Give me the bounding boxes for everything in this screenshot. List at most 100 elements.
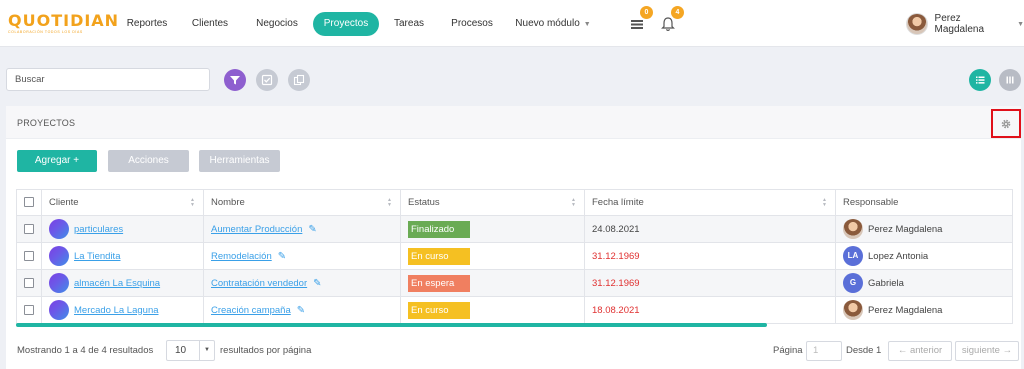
column-header-estatus[interactable]: Estatus ▲ ▼ [400,189,585,216]
brand-logo[interactable]: QUOTIDIAN COLABORACIÓN TODOS LOS DÍAS [8,11,120,35]
kanban-view-button[interactable] [999,69,1021,91]
pencil-icon[interactable]: ✎ [313,278,321,289]
owner-avatar [843,300,863,320]
row-select-cell[interactable] [16,296,42,324]
status-badge: Finalizado [408,220,470,238]
table-row[interactable]: La Tiendita Remodelación ✎ En curso 31.12… [16,242,1013,270]
prev-page-button[interactable]: ← anterior [888,341,952,361]
table-row[interactable]: almacén La Esquina Contratación vendedor… [16,269,1013,297]
client-avatar [49,273,69,293]
nav-proyectos[interactable]: Proyectos [313,12,379,36]
table-header-row: Cliente ▲ ▼ Nombre ▲ ▼ Estatus ▲ ▼ Fecha límit… [16,189,1013,216]
next-page-button[interactable]: siguiente → [955,341,1019,361]
nav-tareas[interactable]: Tareas [388,12,430,36]
panel-settings-button[interactable] [991,109,1021,138]
table-row[interactable]: particulares Aumentar Producción ✎ Finali… [16,215,1013,243]
from-label: Desde [846,345,874,356]
column-header-cliente[interactable]: Cliente ▲ ▼ [41,189,204,216]
horizontal-scrollbar[interactable] [16,323,767,327]
client-cell: La Tiendita [41,242,204,270]
row-checkbox[interactable] [24,304,34,315]
due-date: 31.12.1969 [592,250,640,262]
logo-tagline: COLABORACIÓN TODOS LOS DÍAS [8,30,83,34]
page-size-select[interactable]: 10 ▼ [166,340,215,361]
nav-nuevo-modulo[interactable]: Nuevo módulo ▼ [513,12,593,36]
tools-button[interactable]: Herramientas [199,150,280,172]
column-header-nombre[interactable]: Nombre ▲ ▼ [203,189,401,216]
page-number-input[interactable]: 1 [806,341,842,361]
page-label: Página [773,345,803,356]
client-link[interactable]: Mercado La Laguna [74,305,159,316]
name-cell: Creación campaña ✎ [203,296,401,324]
bell-badge: 4 [671,6,684,19]
nav-procesos[interactable]: Procesos [445,12,499,36]
row-select-cell[interactable] [16,215,42,243]
list-view-button[interactable] [969,69,991,91]
sort-icon[interactable]: ▲ ▼ [571,198,576,208]
row-checkbox[interactable] [24,223,34,234]
owner-cell: Perez Magdalena [835,215,1013,243]
row-select-cell[interactable] [16,269,42,297]
user-menu[interactable]: Perez Magdalena ▼ [906,11,1024,37]
sort-icon[interactable]: ▲ ▼ [822,198,827,208]
column-header-label: Responsable [843,197,899,208]
projects-panel: PROYECTOS Agregar + Acciones Herramienta… [6,106,1021,369]
select-all-button[interactable] [256,69,278,91]
row-select-cell[interactable] [16,242,42,270]
nav-nuevo-modulo-label: Nuevo módulo [515,18,580,29]
due-date: 24.08.2021 [592,223,640,235]
sort-icon[interactable]: ▲ ▼ [190,198,195,208]
chevron-down-icon: ▼ [1017,20,1024,28]
column-header-fecha-limite[interactable]: Fecha límite ▲ ▼ [584,189,836,216]
search-input[interactable] [6,68,210,91]
bell-notifications-button[interactable]: 4 [656,6,684,36]
list-notifications-button[interactable]: 0 [625,6,653,36]
client-avatar [49,219,69,239]
filter-button[interactable] [224,69,246,91]
client-link[interactable]: almacén La Esquina [74,278,160,289]
status-badge: En espera [408,274,470,292]
sort-icon[interactable]: ▲ ▼ [387,198,392,208]
pencil-icon[interactable]: ✎ [308,224,316,235]
nav-clientes[interactable]: Clientes [187,12,233,36]
status-cell: En espera [400,269,585,297]
actions-button[interactable]: Acciones [108,150,189,172]
chevron-down-icon: ▼ [583,21,591,28]
date-cell: 31.12.1969 [584,242,836,270]
column-header-responsable[interactable]: Responsable [835,189,1013,216]
table-row[interactable]: Mercado La Laguna Creación campaña ✎ En c… [16,296,1013,324]
project-link[interactable]: Remodelación [211,251,272,262]
due-date: 18.08.2021 [592,304,640,316]
gear-icon [1001,119,1011,128]
client-link[interactable]: La Tiendita [74,251,120,262]
pencil-icon[interactable]: ✎ [278,251,286,262]
project-link[interactable]: Aumentar Producción [211,224,302,235]
nav-negocios[interactable]: Negocios [249,12,305,36]
copy-icon [293,74,305,86]
select-all-cell[interactable] [16,189,42,216]
row-checkbox[interactable] [24,250,34,261]
select-all-checkbox[interactable] [24,197,34,208]
filter-icon [230,76,240,85]
row-checkbox[interactable] [24,277,34,288]
logo-text: QUOTIDIAN [8,11,120,30]
client-link[interactable]: particulares [74,224,123,235]
pencil-icon[interactable]: ✎ [297,305,305,316]
copy-button[interactable] [288,69,310,91]
owner-cell: G Gabriela [835,269,1013,297]
project-link[interactable]: Creación campaña [211,305,291,316]
owner-name: Perez Magdalena [868,223,943,235]
columns-icon [1006,76,1014,84]
column-header-label: Estatus [408,197,440,208]
client-cell: Mercado La Laguna [41,296,204,324]
projects-table: Cliente ▲ ▼ Nombre ▲ ▼ Estatus ▲ ▼ Fecha límit… [16,189,1013,324]
name-cell: Aumentar Producción ✎ [203,215,401,243]
owner-name: Gabriela [868,277,904,289]
owner-name: Lopez Antonia [868,250,929,262]
client-cell: almacén La Esquina [41,269,204,297]
nav-reportes[interactable]: Reportes [120,12,174,36]
add-button[interactable]: Agregar + [17,150,97,172]
project-link[interactable]: Contratación vendedor [211,278,307,289]
owner-cell: Perez Magdalena [835,296,1013,324]
column-header-label: Cliente [49,197,79,208]
